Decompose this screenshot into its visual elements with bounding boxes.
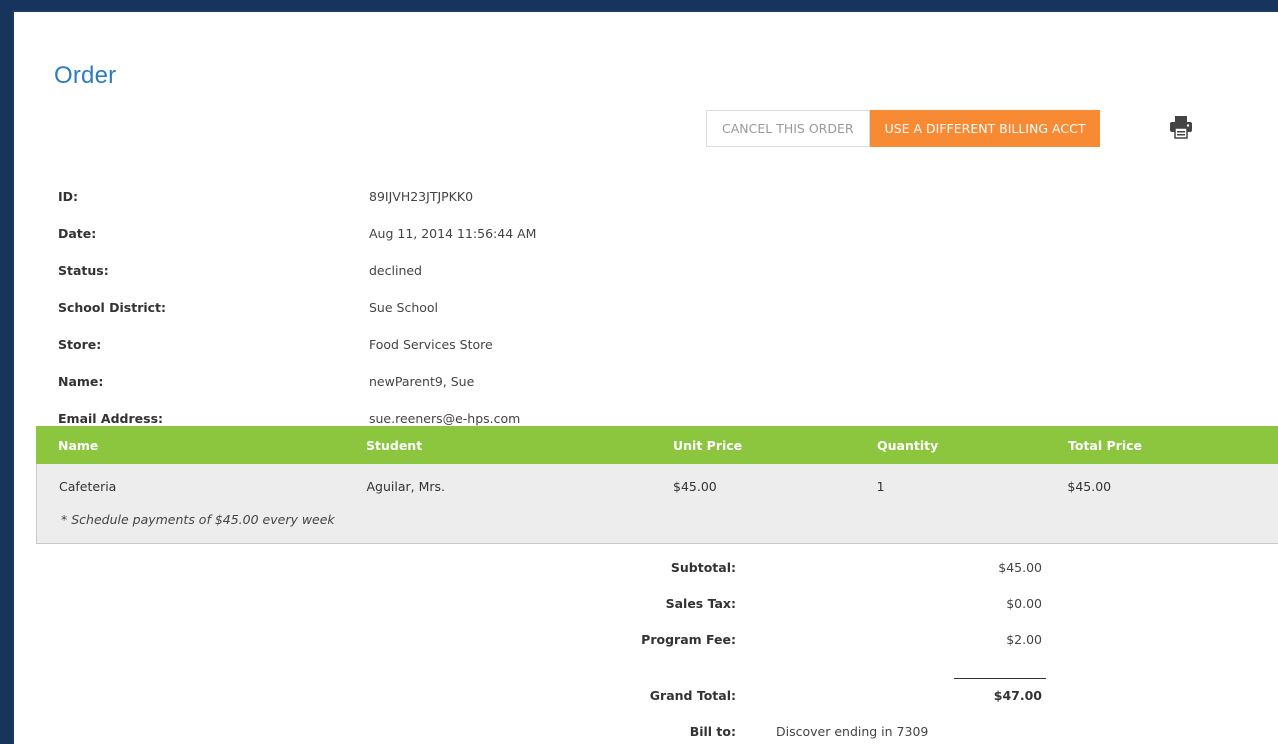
program-fee-label: Program Fee: bbox=[641, 632, 736, 647]
order-details: ID: 89IJVH23JTJPKK0 Date: Aug 11, 2014 1… bbox=[58, 178, 536, 437]
order-date-row: Date: Aug 11, 2014 11:56:44 AM bbox=[58, 215, 536, 252]
sales-tax-label: Sales Tax: bbox=[665, 596, 736, 611]
grand-total-label: Grand Total: bbox=[649, 688, 736, 703]
store-label: Store: bbox=[58, 337, 102, 352]
cell-total-price: $45.00 bbox=[1067, 478, 1112, 494]
order-id-value: 89IJVH23JTJPKK0 bbox=[369, 189, 474, 204]
store-value: Food Services Store bbox=[369, 337, 493, 352]
header-quantity: Quantity bbox=[877, 437, 939, 453]
subtotal-label: Subtotal: bbox=[670, 560, 736, 575]
bill-to-value: Discover ending in 7309 bbox=[776, 724, 929, 739]
header-total-price: Total Price bbox=[1068, 437, 1142, 453]
cell-student: Aguilar, Mrs. bbox=[366, 478, 446, 494]
order-status-row: Status: declined bbox=[58, 252, 536, 289]
order-status-label: Status: bbox=[58, 263, 109, 278]
different-billing-button[interactable]: USE A DIFFERENT BILLING ACCT bbox=[869, 110, 1101, 147]
school-district-label: School District: bbox=[58, 300, 167, 315]
subtotal-value: $45.00 bbox=[998, 560, 1042, 575]
page-title: Order bbox=[54, 62, 117, 89]
order-items-table: Name Student Unit Price Quantity Total P… bbox=[36, 426, 1278, 544]
bill-to-row: Bill to: Discover ending in 7309 bbox=[14, 724, 1278, 744]
cancel-order-button[interactable]: CANCEL THIS ORDER bbox=[706, 110, 870, 147]
school-district-value: Sue School bbox=[369, 300, 439, 315]
table-row: Cafeteria Aguilar, Mrs. $45.00 1 $45.00 … bbox=[36, 464, 1278, 544]
sales-tax-row: Sales Tax: $0.00 bbox=[14, 596, 1278, 616]
schedule-note: * Schedule payments of $45.00 every week bbox=[61, 512, 335, 527]
customer-name-label: Name: bbox=[58, 374, 104, 389]
order-page: Order CANCEL THIS ORDER USE A DIFFERENT … bbox=[12, 10, 1278, 744]
order-date-value: Aug 11, 2014 11:56:44 AM bbox=[369, 226, 537, 241]
order-date-label: Date: bbox=[58, 226, 97, 241]
order-status-value: declined bbox=[369, 263, 422, 278]
program-fee-row: Program Fee: $2.00 bbox=[14, 632, 1278, 652]
bill-to-label: Bill to: bbox=[689, 724, 736, 739]
email-label: Email Address: bbox=[58, 411, 164, 426]
email-value: sue.reeners@e-hps.com bbox=[369, 411, 521, 426]
header-student: Student bbox=[366, 437, 423, 453]
customer-name-row: Name: newParent9, Sue bbox=[58, 363, 536, 400]
table-header: Name Student Unit Price Quantity Total P… bbox=[36, 426, 1278, 464]
school-district-row: School District: Sue School bbox=[58, 289, 536, 326]
header-unit-price: Unit Price bbox=[673, 437, 743, 453]
cell-unit-price: $45.00 bbox=[673, 478, 717, 494]
cell-name: Cafeteria bbox=[59, 478, 117, 494]
grand-total-row: Grand Total: $47.00 bbox=[14, 688, 1278, 708]
order-toolbar: CANCEL THIS ORDER USE A DIFFERENT BILLIN… bbox=[706, 110, 1101, 147]
sales-tax-value: $0.00 bbox=[1006, 596, 1042, 611]
table-row-cells: Cafeteria Aguilar, Mrs. $45.00 1 $45.00 bbox=[37, 464, 1278, 508]
printer-icon[interactable] bbox=[1168, 114, 1194, 140]
cell-quantity: 1 bbox=[876, 478, 885, 494]
grand-total-value: $47.00 bbox=[993, 688, 1042, 703]
order-id-label: ID: bbox=[58, 189, 79, 204]
subtotal-row: Subtotal: $45.00 bbox=[14, 560, 1278, 580]
header-name: Name bbox=[58, 437, 99, 453]
program-fee-value: $2.00 bbox=[1006, 632, 1042, 647]
order-id-row: ID: 89IJVH23JTJPKK0 bbox=[58, 178, 536, 215]
customer-name-value: newParent9, Sue bbox=[369, 374, 475, 389]
store-row: Store: Food Services Store bbox=[58, 326, 536, 363]
grand-total-divider bbox=[954, 678, 1046, 679]
